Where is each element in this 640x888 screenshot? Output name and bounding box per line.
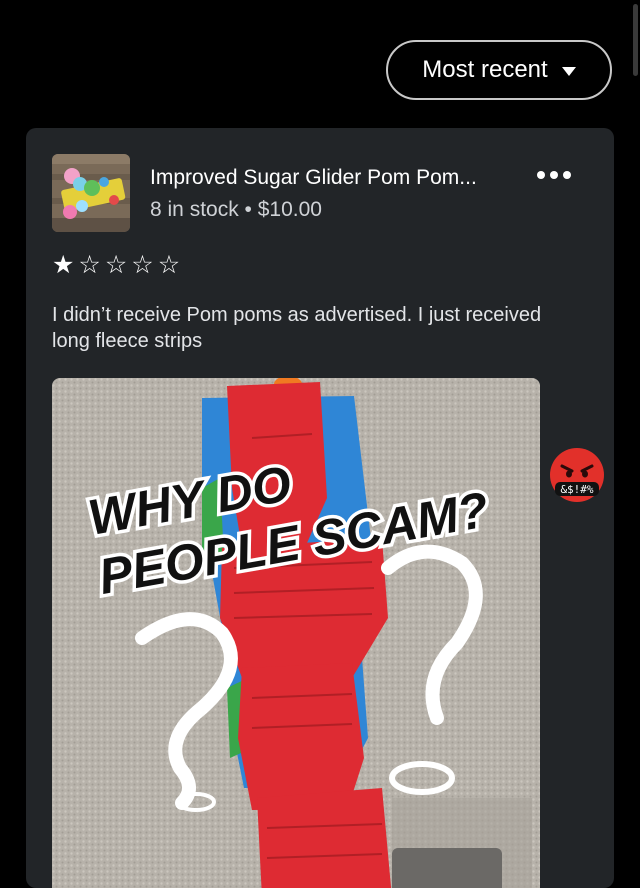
star-empty-icon: ☆ — [104, 250, 128, 279]
review-card: Improved Sugar Glider Pom Pom... 8 in st… — [26, 128, 614, 888]
product-thumbnail-image — [52, 154, 130, 232]
emoji-symbols: &$!#% — [560, 483, 593, 496]
product-title[interactable]: Improved Sugar Glider Pom Pom... — [150, 166, 477, 190]
star-empty-icon: ☆ — [131, 250, 154, 279]
review-photo-image: WHY DO PEOPLE SCAM? — [52, 378, 540, 888]
product-stock-price: 8 in stock • $10.00 — [150, 198, 322, 221]
sort-dropdown-button[interactable]: Most recent — [386, 40, 612, 100]
sort-label: Most recent — [422, 56, 548, 83]
star-rating: ★ ☆ ☆ ☆ ☆ — [52, 250, 180, 280]
star-empty-icon: ☆ — [78, 250, 101, 279]
review-text: I didn’t receive Pom poms as advertised.… — [52, 304, 542, 352]
more-horizontal-icon[interactable] — [534, 166, 574, 184]
angry-cursing-face-icon: &$!#% — [550, 448, 604, 502]
caret-down-icon — [561, 67, 576, 76]
star-filled-icon: ★ — [52, 250, 75, 279]
scrollbar[interactable] — [633, 4, 638, 76]
product-thumbnail[interactable] — [52, 154, 130, 232]
star-empty-icon: ☆ — [157, 250, 181, 279]
review-photo[interactable]: WHY DO PEOPLE SCAM? — [52, 378, 540, 888]
